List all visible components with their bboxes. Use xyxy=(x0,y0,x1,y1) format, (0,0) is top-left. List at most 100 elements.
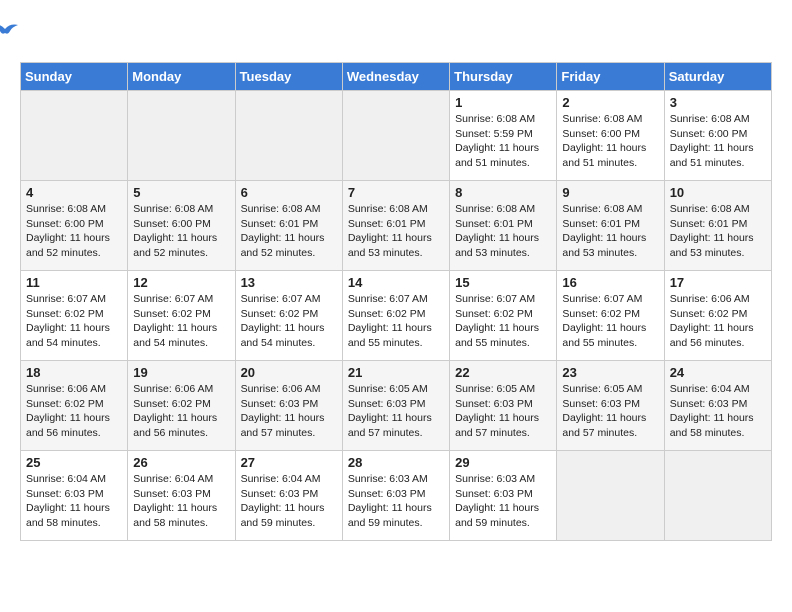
calendar-cell: 13 Sunrise: 6:07 AM Sunset: 6:02 PM Dayli… xyxy=(235,271,342,361)
calendar-cell: 20 Sunrise: 6:06 AM Sunset: 6:03 PM Dayli… xyxy=(235,361,342,451)
calendar-cell: 16 Sunrise: 6:07 AM Sunset: 6:02 PM Dayli… xyxy=(557,271,664,361)
day-info: Sunrise: 6:06 AM Sunset: 6:02 PM Dayligh… xyxy=(26,382,122,441)
calendar-cell xyxy=(557,451,664,541)
calendar-cell: 8 Sunrise: 6:08 AM Sunset: 6:01 PM Daylig… xyxy=(450,181,557,271)
calendar-cell: 1 Sunrise: 6:08 AM Sunset: 5:59 PM Daylig… xyxy=(450,91,557,181)
calendar-cell xyxy=(664,451,771,541)
day-info: Sunrise: 6:05 AM Sunset: 6:03 PM Dayligh… xyxy=(562,382,658,441)
calendar-cell: 21 Sunrise: 6:05 AM Sunset: 6:03 PM Dayli… xyxy=(342,361,449,451)
day-number: 5 xyxy=(133,185,229,200)
day-number: 8 xyxy=(455,185,551,200)
calendar-cell: 18 Sunrise: 6:06 AM Sunset: 6:02 PM Dayli… xyxy=(21,361,128,451)
day-number: 27 xyxy=(241,455,337,470)
day-info: Sunrise: 6:04 AM Sunset: 6:03 PM Dayligh… xyxy=(670,382,766,441)
day-info: Sunrise: 6:08 AM Sunset: 6:00 PM Dayligh… xyxy=(133,202,229,261)
day-number: 4 xyxy=(26,185,122,200)
calendar-cell: 9 Sunrise: 6:08 AM Sunset: 6:01 PM Daylig… xyxy=(557,181,664,271)
day-info: Sunrise: 6:06 AM Sunset: 6:02 PM Dayligh… xyxy=(133,382,229,441)
calendar-cell: 14Sunrise: 6:07 AM Sunset: 6:02 PM Dayli… xyxy=(342,271,449,361)
calendar-week-row: 4 Sunrise: 6:08 AM Sunset: 6:00 PM Daylig… xyxy=(21,181,772,271)
day-info: Sunrise: 6:03 AM Sunset: 6:03 PM Dayligh… xyxy=(455,472,551,531)
calendar-week-row: 11 Sunrise: 6:07 AM Sunset: 6:02 PM Dayli… xyxy=(21,271,772,361)
day-info: Sunrise: 6:07 AM Sunset: 6:02 PM Dayligh… xyxy=(26,292,122,351)
day-info: Sunrise: 6:05 AM Sunset: 6:03 PM Dayligh… xyxy=(348,382,444,441)
calendar-cell: 7 Sunrise: 6:08 AM Sunset: 6:01 PM Daylig… xyxy=(342,181,449,271)
weekday-header: Friday xyxy=(557,63,664,91)
calendar-cell xyxy=(128,91,235,181)
day-info: Sunrise: 6:07 AM Sunset: 6:02 PM Dayligh… xyxy=(348,292,444,351)
day-info: Sunrise: 6:08 AM Sunset: 6:01 PM Dayligh… xyxy=(348,202,444,261)
calendar-cell: 27 Sunrise: 6:04 AM Sunset: 6:03 PM Dayli… xyxy=(235,451,342,541)
day-number: 18 xyxy=(26,365,122,380)
calendar-cell: 3 Sunrise: 6:08 AM Sunset: 6:00 PM Daylig… xyxy=(664,91,771,181)
calendar-cell xyxy=(21,91,128,181)
day-info: Sunrise: 6:04 AM Sunset: 6:03 PM Dayligh… xyxy=(241,472,337,531)
day-info: Sunrise: 6:08 AM Sunset: 6:01 PM Dayligh… xyxy=(670,202,766,261)
calendar-cell: 17 Sunrise: 6:06 AM Sunset: 6:02 PM Dayli… xyxy=(664,271,771,361)
day-number: 11 xyxy=(26,275,122,290)
weekday-header: Wednesday xyxy=(342,63,449,91)
day-number: 15 xyxy=(455,275,551,290)
calendar-week-row: 18 Sunrise: 6:06 AM Sunset: 6:02 PM Dayli… xyxy=(21,361,772,451)
day-number: 26 xyxy=(133,455,229,470)
day-info: Sunrise: 6:05 AM Sunset: 6:03 PM Dayligh… xyxy=(455,382,551,441)
day-info: Sunrise: 6:06 AM Sunset: 6:02 PM Dayligh… xyxy=(670,292,766,351)
calendar-table: SundayMondayTuesdayWednesdayThursdayFrid… xyxy=(20,62,772,541)
calendar-cell: 12 Sunrise: 6:07 AM Sunset: 6:02 PM Dayli… xyxy=(128,271,235,361)
day-number: 19 xyxy=(133,365,229,380)
day-number: 13 xyxy=(241,275,337,290)
calendar-header-row: SundayMondayTuesdayWednesdayThursdayFrid… xyxy=(21,63,772,91)
day-number: 22 xyxy=(455,365,551,380)
day-number: 12 xyxy=(133,275,229,290)
day-info: Sunrise: 6:08 AM Sunset: 5:59 PM Dayligh… xyxy=(455,112,551,171)
day-info: Sunrise: 6:06 AM Sunset: 6:03 PM Dayligh… xyxy=(241,382,337,441)
day-number: 24 xyxy=(670,365,766,380)
day-info: Sunrise: 6:08 AM Sunset: 6:01 PM Dayligh… xyxy=(562,202,658,261)
weekday-header: Monday xyxy=(128,63,235,91)
day-number: 6 xyxy=(241,185,337,200)
calendar-week-row: 1 Sunrise: 6:08 AM Sunset: 5:59 PM Daylig… xyxy=(21,91,772,181)
day-info: Sunrise: 6:08 AM Sunset: 6:00 PM Dayligh… xyxy=(562,112,658,171)
day-number: 20 xyxy=(241,365,337,380)
day-info: Sunrise: 6:07 AM Sunset: 6:02 PM Dayligh… xyxy=(241,292,337,351)
day-number: 21 xyxy=(348,365,444,380)
calendar-cell: 6 Sunrise: 6:08 AM Sunset: 6:01 PM Daylig… xyxy=(235,181,342,271)
calendar-cell: 25 Sunrise: 6:04 AM Sunset: 6:03 PM Dayli… xyxy=(21,451,128,541)
calendar-cell: 24 Sunrise: 6:04 AM Sunset: 6:03 PM Dayli… xyxy=(664,361,771,451)
calendar-week-row: 25 Sunrise: 6:04 AM Sunset: 6:03 PM Dayli… xyxy=(21,451,772,541)
calendar-cell xyxy=(342,91,449,181)
day-number: 9 xyxy=(562,185,658,200)
day-info: Sunrise: 6:08 AM Sunset: 6:01 PM Dayligh… xyxy=(241,202,337,261)
calendar-cell: 23 Sunrise: 6:05 AM Sunset: 6:03 PM Dayli… xyxy=(557,361,664,451)
day-info: Sunrise: 6:07 AM Sunset: 6:02 PM Dayligh… xyxy=(455,292,551,351)
day-number: 29 xyxy=(455,455,551,470)
calendar-cell: 11 Sunrise: 6:07 AM Sunset: 6:02 PM Dayli… xyxy=(21,271,128,361)
day-number: 17 xyxy=(670,275,766,290)
weekday-header: Saturday xyxy=(664,63,771,91)
day-info: Sunrise: 6:07 AM Sunset: 6:02 PM Dayligh… xyxy=(562,292,658,351)
calendar-cell: 26Sunrise: 6:04 AM Sunset: 6:03 PM Dayli… xyxy=(128,451,235,541)
day-number: 7 xyxy=(348,185,444,200)
header xyxy=(20,20,772,52)
day-number: 16 xyxy=(562,275,658,290)
day-info: Sunrise: 6:04 AM Sunset: 6:03 PM Dayligh… xyxy=(26,472,122,531)
calendar-cell: 29 Sunrise: 6:03 AM Sunset: 6:03 PM Dayli… xyxy=(450,451,557,541)
day-info: Sunrise: 6:03 AM Sunset: 6:03 PM Dayligh… xyxy=(348,472,444,531)
day-number: 3 xyxy=(670,95,766,110)
calendar-cell: 28Sunrise: 6:03 AM Sunset: 6:03 PM Dayli… xyxy=(342,451,449,541)
calendar-cell: 5 Sunrise: 6:08 AM Sunset: 6:00 PM Daylig… xyxy=(128,181,235,271)
weekday-header: Sunday xyxy=(21,63,128,91)
calendar-cell xyxy=(235,91,342,181)
day-number: 25 xyxy=(26,455,122,470)
calendar-cell: 2 Sunrise: 6:08 AM Sunset: 6:00 PM Daylig… xyxy=(557,91,664,181)
day-info: Sunrise: 6:08 AM Sunset: 6:01 PM Dayligh… xyxy=(455,202,551,261)
day-number: 23 xyxy=(562,365,658,380)
weekday-header: Tuesday xyxy=(235,63,342,91)
day-info: Sunrise: 6:07 AM Sunset: 6:02 PM Dayligh… xyxy=(133,292,229,351)
calendar-cell: 15 Sunrise: 6:07 AM Sunset: 6:02 PM Dayli… xyxy=(450,271,557,361)
logo-bird-icon xyxy=(0,21,20,41)
weekday-header: Thursday xyxy=(450,63,557,91)
day-number: 1 xyxy=(455,95,551,110)
day-number: 2 xyxy=(562,95,658,110)
day-info: Sunrise: 6:08 AM Sunset: 6:00 PM Dayligh… xyxy=(670,112,766,171)
